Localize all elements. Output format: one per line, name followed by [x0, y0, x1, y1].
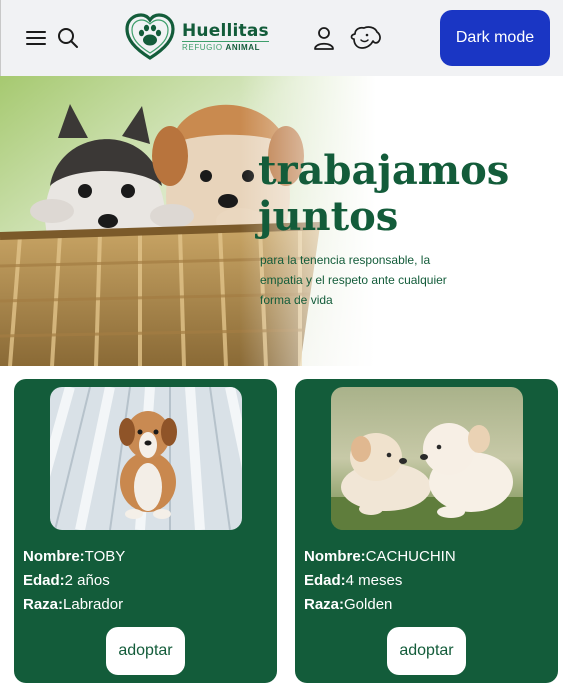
hero-description: para la tenencia responsable, la empatia… — [260, 253, 447, 307]
adopt-button[interactable]: adoptar — [106, 627, 185, 675]
pet-age: 4 meses — [345, 572, 403, 589]
logo-title: Huellitas — [182, 21, 269, 41]
top-navbar: Huellitas REFUGIO ANIMAL Dark mode — [0, 0, 563, 76]
search-icon[interactable] — [57, 27, 79, 49]
huellitas-logo[interactable]: Huellitas REFUGIO ANIMAL — [124, 12, 269, 62]
dark-mode-button[interactable]: Dark mode — [440, 10, 550, 66]
hero-title: trabajamos juntos — [258, 147, 510, 240]
pet-age-row: Edad:2 años — [23, 572, 110, 589]
hero-banner: trabajamos juntos para la tenencia respo… — [0, 76, 563, 366]
pet-breed: Labrador — [63, 596, 124, 613]
pet-photo-cachuchin — [331, 387, 523, 530]
hamburger-menu-icon[interactable] — [25, 28, 47, 48]
pet-name: CACHUCHIN — [365, 548, 456, 565]
pet-name-row: Nombre:CACHUCHIN — [304, 548, 456, 565]
user-icon[interactable] — [312, 26, 336, 50]
pet-card: Nombre:TOBY Edad:2 años Raza:Labrador ad… — [14, 379, 277, 683]
heart-paw-logo-icon — [125, 13, 175, 60]
dog-icon[interactable] — [349, 24, 383, 52]
pet-info: Nombre:CACHUCHIN Edad:4 meses Raza:Golde… — [304, 545, 456, 617]
logo-subtitle: REFUGIO ANIMAL — [182, 41, 269, 53]
pet-age: 2 años — [64, 572, 110, 589]
pet-age-row: Edad:4 meses — [304, 572, 403, 589]
pet-photo-toby — [50, 387, 242, 530]
pet-name-row: Nombre:TOBY — [23, 548, 126, 565]
pet-info: Nombre:TOBY Edad:2 años Raza:Labrador — [23, 545, 125, 617]
pet-card: Nombre:CACHUCHIN Edad:4 meses Raza:Golde… — [295, 379, 558, 683]
pet-breed-row: Raza:Labrador — [23, 596, 124, 613]
pet-breed: Golden — [344, 596, 393, 613]
pet-breed-row: Raza:Golden — [304, 596, 393, 613]
pet-name: TOBY — [84, 548, 126, 565]
adopt-button[interactable]: adoptar — [387, 627, 466, 675]
